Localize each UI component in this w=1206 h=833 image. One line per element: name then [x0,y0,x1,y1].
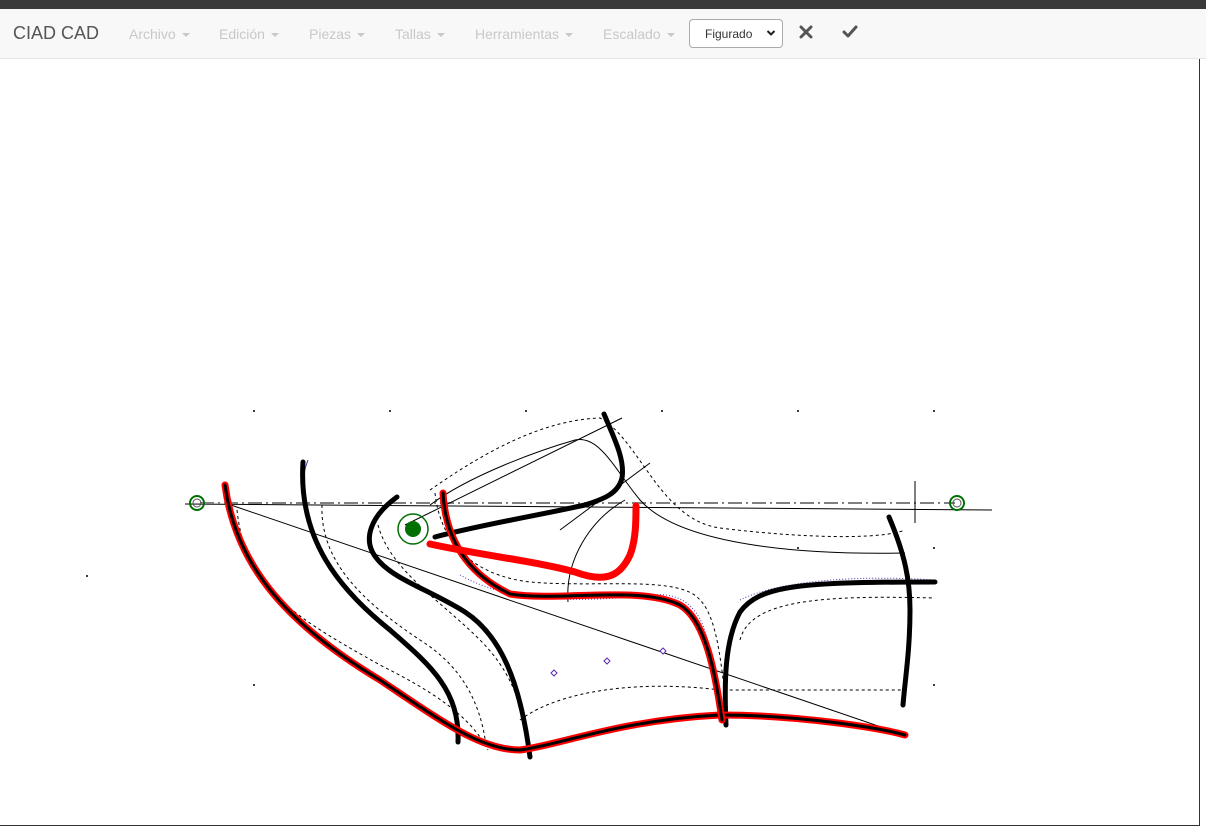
diagonal-line[interactable] [224,502,891,731]
mode-select[interactable]: Figurado [689,19,783,48]
mode-select-value: Figurado [705,27,753,41]
node-path[interactable] [459,574,936,691]
cancel-button[interactable] [793,19,819,45]
inner-outline[interactable] [429,439,906,554]
menu-edicion-label: Edición [219,26,265,42]
chevron-down-icon [766,30,776,36]
node-markers[interactable] [550,647,667,677]
check-icon [842,25,858,38]
caret-down-icon [666,33,675,38]
app-brand[interactable]: CIAD CAD [13,23,99,44]
menu-escalado-label: Escalado [603,26,661,42]
pattern-lines[interactable] [300,411,938,760]
grid-dots [86,410,935,686]
caret-down-icon [565,33,574,38]
menu-tallas[interactable]: Tallas [395,26,445,42]
caret-down-icon [357,33,366,38]
caret-down-icon [181,33,190,38]
menu-herramientas[interactable]: Herramientas [475,26,574,42]
caret-down-icon [436,33,445,38]
vamp-curve[interactable] [567,499,626,603]
close-icon [799,25,813,39]
menu-archivo[interactable]: Archivo [129,26,190,42]
cad-canvas[interactable] [0,59,1200,826]
anchor-point-active[interactable] [397,513,429,545]
menu-piezas[interactable]: Piezas [309,26,366,42]
navbar: CIAD CAD Archivo Edición Piezas Tallas H… [0,9,1206,59]
window-top-strip [0,0,1206,9]
menu-escalado[interactable]: Escalado [603,26,675,42]
menu-archivo-label: Archivo [129,26,176,42]
menu-piezas-label: Piezas [309,26,352,42]
construction-line-1[interactable] [404,417,623,526]
outer-contour-selected[interactable] [221,481,909,754]
menu-herramientas-label: Herramientas [475,26,560,42]
menu-edicion[interactable]: Edición [219,26,279,42]
menu-tallas-label: Tallas [395,26,431,42]
pattern-drawing[interactable] [0,59,1200,826]
confirm-button[interactable] [837,19,863,45]
outer-contour[interactable] [223,483,907,752]
caret-down-icon [270,33,279,38]
